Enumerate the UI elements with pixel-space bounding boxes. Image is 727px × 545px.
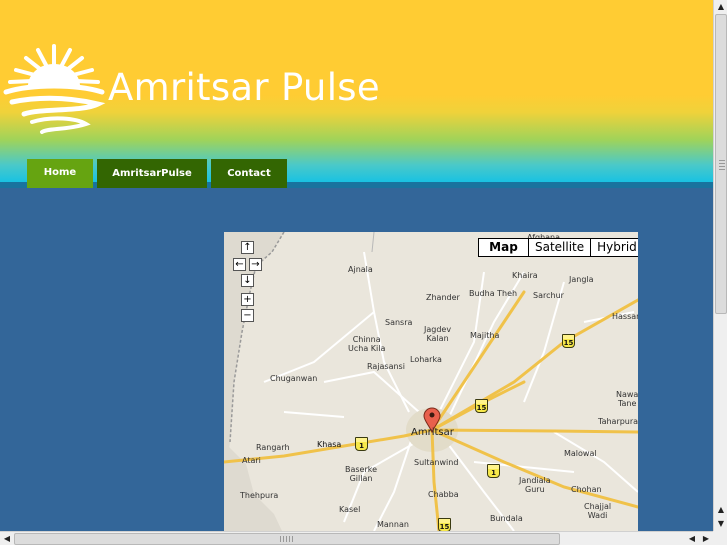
map-label-taharpura: Taharpura [598,417,638,426]
map-label-hassan: Hassan [612,312,638,321]
map-label-nawa-tane: Nawa Tane [616,390,638,408]
map-label-bundala: Bundala [490,514,523,523]
map-label-malowal: Malowal [564,449,597,458]
map-label-budha-theh: Budha Theh [469,289,518,298]
pan-right-icon[interactable]: → [249,258,262,271]
google-map[interactable]: Ajnala Zhander Budha Theh Khaira Sarchur… [224,232,638,531]
map-label-sarchur: Sarchur [533,291,564,300]
map-label-chinna-ucha-kila: Chinna Ucha Kila [348,335,386,353]
map-label-mannan: Mannan [377,520,409,529]
map-label-jandiala-guru: Jandiala Guru [519,476,551,494]
map-label-sansra: Sansra [385,318,413,327]
scroll-up-icon[interactable]: ▲ [714,503,727,517]
scroll-up-icon[interactable]: ▲ [714,0,727,14]
map-label-chuganwan: Chuganwan [270,374,318,383]
map-type-hybrid-button[interactable]: Hybrid [590,239,638,256]
map-label-ajnala: Ajnala [348,265,373,274]
map-label-thehpura: Thehpura [240,491,279,500]
scroll-grip-icon [280,536,294,542]
map-label-kasel: Kasel [339,505,361,514]
sun-logo-icon [3,44,106,134]
map-label-atari: Atari [242,456,261,465]
map-label-chohan: Chohan [571,485,602,494]
map-label-rajasansi: Rajasansi [367,362,405,371]
scroll-down-icon[interactable]: ▼ [714,517,727,531]
nav-amritsarpulse-button[interactable]: AmritsarPulse [97,159,207,188]
map-label-sultanwind: Sultanwind [414,458,459,467]
header-banner: Amritsar Pulse [0,0,713,182]
highway-shield: 15 [562,334,575,348]
map-type-map-button[interactable]: Map [479,239,528,256]
pan-left-icon[interactable]: ← [233,258,246,271]
horizontal-scrollbar[interactable]: ◀ ◀ ▶ [0,531,713,545]
scroll-left-icon[interactable]: ◀ [0,532,14,545]
scroll-right-icon[interactable]: ▶ [699,532,713,545]
map-label-jangla: Jangla [569,275,594,284]
map-type-satellite-button[interactable]: Satellite [528,239,591,256]
zoom-out-icon[interactable]: − [241,309,254,322]
vertical-scroll-thumb[interactable] [715,14,727,314]
scroll-left-icon[interactable]: ◀ [685,532,699,545]
nav-contact-button[interactable]: Contact [211,159,287,188]
horizontal-scroll-thumb[interactable] [14,533,560,545]
highway-shield: 1 [355,437,368,451]
scrollbar-corner [713,531,727,545]
highway-shield: 15 [475,399,488,413]
map-label-jagdev-kalan: Jagdev Kalan [424,325,452,343]
pan-up-icon[interactable]: ↑ [241,241,254,254]
page-viewport: Amritsar Pulse Home AmritsarPulse Contac… [0,0,713,531]
highway-shield: 1 [487,464,500,478]
zoom-in-icon[interactable]: + [241,293,254,306]
nav-home-button[interactable]: Home [27,159,93,188]
map-type-control: Map Satellite Hybrid [478,238,638,257]
map-label-chabba: Chabba [428,490,459,499]
scroll-grip-icon [719,160,725,172]
site-title: Amritsar Pulse [108,66,380,109]
highway-shield: 15 [438,518,451,531]
pan-down-icon[interactable]: ↓ [241,274,254,287]
map-label-majitha: Majitha [470,331,500,340]
map-label-khaira: Khaira [512,271,538,280]
map-label-khasa: Khasa [317,440,342,449]
map-label-loharka: Loharka [410,355,442,364]
vertical-scrollbar[interactable]: ▲ ▲ ▼ [713,0,727,531]
map-label-rangarh: Rangarh [256,443,290,452]
map-label-amritsar: Amritsar [411,427,454,438]
map-label-baserke-gillan: Baserke Gillan [345,465,378,483]
map-label-chajjal-wadi: Chajjal Wadi [584,502,612,520]
map-label-zhander: Zhander [426,293,460,302]
